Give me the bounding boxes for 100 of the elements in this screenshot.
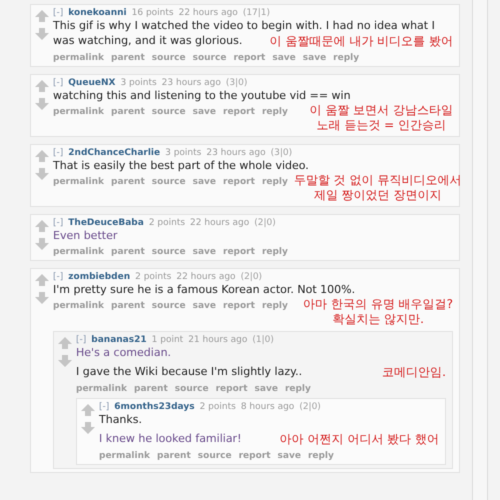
username[interactable]: bananas21	[91, 335, 147, 345]
action-link[interactable]: source	[152, 107, 186, 117]
action-link[interactable]: source	[152, 301, 186, 311]
comment-text: He's a comedian.	[76, 346, 172, 360]
points: 16 points	[132, 8, 174, 18]
upvote-arrow-icon[interactable]	[35, 220, 49, 232]
comment-text: This gif is why I watched the video to begin with. I had no idea what I	[53, 19, 436, 33]
annotation-text: 이 움짤 보면서 강남스타일	[310, 103, 453, 118]
action-link[interactable]: report	[238, 451, 271, 461]
vote-count: (2|0)	[299, 402, 321, 412]
annotation-text: 코메디안임.	[382, 365, 446, 380]
collapse-toggle[interactable]: [-]	[53, 272, 64, 282]
action-link[interactable]: save	[302, 53, 326, 63]
upvote-arrow-icon[interactable]	[81, 404, 95, 416]
action-link[interactable]: report	[233, 53, 266, 63]
action-link[interactable]: reply	[284, 384, 311, 394]
vote-count: (2|0)	[240, 272, 262, 282]
action-link[interactable]: source	[152, 177, 186, 187]
username[interactable]: TheDeuceBaba	[68, 218, 144, 228]
timestamp: 23 hours ago	[206, 148, 266, 158]
action-link[interactable]: report	[223, 301, 255, 311]
collapse-toggle[interactable]: [-]	[99, 402, 110, 412]
action-link[interactable]: save	[192, 247, 216, 257]
action-link[interactable]: save	[278, 451, 301, 461]
action-link[interactable]: permalink	[53, 301, 104, 311]
action-link[interactable]: permalink	[53, 107, 104, 117]
annotation-text: 두말할 것 없이 뮤직비디오에서	[294, 173, 462, 188]
action-link[interactable]: parent	[111, 177, 145, 187]
action-link[interactable]: reply	[333, 53, 360, 63]
action-link[interactable]: permalink	[53, 53, 104, 63]
action-link[interactable]: report	[216, 384, 248, 394]
action-link[interactable]: parent	[111, 247, 145, 257]
username[interactable]: QueueNX	[68, 78, 116, 88]
action-link[interactable]: reply	[262, 301, 288, 311]
username[interactable]: zombiebden	[68, 272, 130, 282]
action-link[interactable]: reply	[262, 177, 288, 187]
downvote-arrow-icon[interactable]	[35, 98, 49, 110]
vote-count: (2|0)	[254, 218, 276, 228]
action-link[interactable]: source	[198, 451, 232, 461]
action-link[interactable]: parent	[157, 451, 191, 461]
collapse-toggle[interactable]: [-]	[53, 78, 64, 88]
timestamp: 21 hours ago	[188, 335, 248, 345]
points: 1 point	[152, 335, 184, 345]
annotation-text: 확실치는 않지만.	[332, 312, 424, 327]
action-link[interactable]: reply	[262, 107, 288, 117]
action-link[interactable]: save	[272, 53, 296, 63]
downvote-arrow-icon[interactable]	[35, 28, 49, 40]
username[interactable]: konekoanni	[68, 8, 127, 18]
timestamp: 22 hours ago	[190, 218, 250, 228]
action-link[interactable]: source	[174, 384, 209, 394]
collapse-toggle[interactable]: [-]	[53, 8, 64, 18]
collapse-toggle[interactable]: [-]	[53, 148, 64, 158]
username[interactable]: 6months23days	[114, 402, 195, 412]
action-link[interactable]: permalink	[76, 384, 127, 394]
downvote-arrow-icon[interactable]	[81, 422, 95, 434]
action-link[interactable]: save	[192, 301, 216, 311]
action-link[interactable]: parent	[111, 107, 145, 117]
downvote-arrow-icon[interactable]	[58, 355, 72, 367]
action-link[interactable]: parent	[134, 384, 168, 394]
action-link[interactable]: save	[192, 177, 216, 187]
action-link[interactable]: save	[192, 107, 216, 117]
comment-text: I gave the Wiki because I'm slightly lazy..	[76, 365, 302, 379]
action-link[interactable]: source	[152, 53, 186, 63]
annotation-text: 제일 짱이었던 장면이지	[314, 188, 442, 203]
action-link[interactable]: parent	[111, 301, 145, 311]
annotation-text: 노래 듣는것 = 인간승리	[316, 118, 446, 133]
action-link[interactable]: reply	[262, 247, 288, 257]
downvote-arrow-icon[interactable]	[35, 292, 49, 304]
vote-count: (1|0)	[252, 335, 274, 345]
collapse-toggle[interactable]: [-]	[76, 335, 86, 345]
upvote-arrow-icon[interactable]	[35, 150, 49, 162]
timestamp: 22 hours ago	[178, 8, 238, 18]
comment-text: watching this and listening to the youtube vid == win	[53, 89, 351, 103]
upvote-arrow-icon[interactable]	[58, 337, 72, 349]
timestamp: 23 hours ago	[162, 78, 221, 88]
upvote-arrow-icon[interactable]	[35, 274, 49, 286]
action-link[interactable]: permalink	[99, 451, 150, 461]
action-link[interactable]: source	[192, 53, 226, 63]
annotation-text: 아아 어쩐지 어디서 봤다 했어	[280, 432, 439, 447]
action-link[interactable]: source	[152, 247, 186, 257]
action-link[interactable]: report	[223, 107, 255, 117]
points: 3 points	[165, 148, 202, 158]
action-link[interactable]: report	[223, 177, 255, 187]
action-link[interactable]: report	[223, 247, 255, 257]
action-link[interactable]: permalink	[53, 247, 104, 257]
downvote-arrow-icon[interactable]	[35, 168, 49, 180]
annotation-text: 아마 한국의 유명 배우일걸?	[303, 297, 453, 312]
timestamp: 8 hours ago	[240, 402, 294, 412]
upvote-arrow-icon[interactable]	[35, 10, 49, 22]
action-link[interactable]: parent	[111, 53, 145, 63]
upvote-arrow-icon[interactable]	[35, 80, 49, 92]
points: 2 points	[135, 272, 172, 282]
downvote-arrow-icon[interactable]	[35, 238, 49, 250]
action-link[interactable]: save	[254, 384, 278, 394]
action-link[interactable]: reply	[308, 451, 334, 461]
vote-count: (3|0)	[226, 78, 248, 88]
action-link[interactable]: permalink	[53, 177, 104, 187]
username[interactable]: 2ndChanceCharlie	[68, 148, 160, 158]
vote-count: (17|1)	[242, 8, 270, 18]
collapse-toggle[interactable]: [-]	[53, 218, 64, 228]
